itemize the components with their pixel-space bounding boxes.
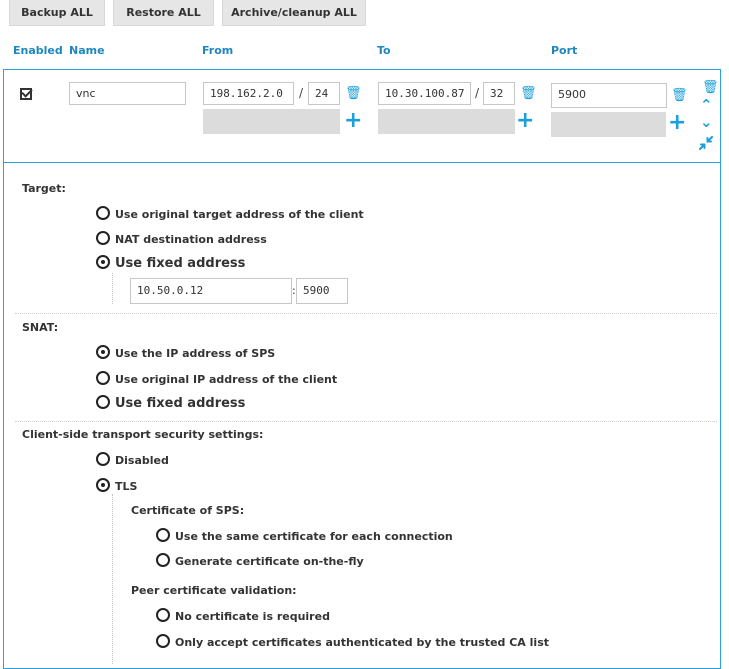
client-tls-option-tls[interactable]: TLS	[96, 478, 137, 493]
trash-icon[interactable]: 🗑	[345, 87, 362, 100]
backup-all-button[interactable]: Backup ALL	[9, 0, 105, 26]
archive-cleanup-all-button[interactable]: Archive/cleanup ALL	[222, 0, 366, 26]
indent-guide	[112, 494, 113, 664]
radio-icon	[96, 452, 110, 466]
peer-option-none-label: No certificate is required	[175, 610, 330, 623]
client-tls-option-tls-label: TLS	[115, 480, 138, 493]
target-option-fixed-label: Use fixed address	[115, 256, 246, 271]
to-new-address-input[interactable]	[378, 109, 515, 134]
plus-icon[interactable]: +	[516, 110, 534, 132]
radio-icon	[96, 395, 110, 409]
collapse-icon-svg	[699, 136, 713, 150]
radio-icon	[156, 528, 170, 542]
indent-guide	[112, 273, 113, 304]
section-divider	[15, 313, 717, 314]
from-address-input[interactable]: 198.162.2.0	[203, 82, 294, 105]
radio-icon	[156, 553, 170, 567]
certificate-option-same[interactable]: Use the same certificate for each connec…	[156, 528, 453, 543]
connection-row: vnc 198.162.2.0 / 24 🗑 + 10.30.100.87 / …	[4, 70, 720, 163]
peer-option-none[interactable]: No certificate is required	[156, 608, 330, 623]
snat-option-sps[interactable]: Use the IP address of SPS	[96, 345, 275, 360]
target-option-fixed[interactable]: Use fixed address	[96, 255, 245, 271]
trash-icon[interactable]: 🗑	[702, 81, 719, 94]
target-option-nat[interactable]: NAT destination address	[96, 231, 267, 246]
certificate-option-on-the-fly[interactable]: Generate certificate on-the-fly	[156, 553, 364, 568]
client-tls-option-disabled[interactable]: Disabled	[96, 452, 169, 467]
column-header-name: Name	[69, 44, 105, 57]
from-slash: /	[299, 86, 304, 100]
certificate-option-on-the-fly-label: Generate certificate on-the-fly	[175, 555, 364, 568]
trash-icon[interactable]: 🗑	[671, 89, 688, 102]
certificate-option-same-label: Use the same certificate for each connec…	[175, 530, 453, 543]
target-fixed-port-input[interactable]: 5900	[296, 278, 348, 304]
target-option-nat-label: NAT destination address	[115, 233, 267, 246]
certificate-label: Certificate of SPS:	[131, 504, 245, 517]
client-tls-label: Client-side transport security settings:	[22, 428, 264, 441]
column-header-enabled: Enabled	[13, 44, 63, 57]
port-input[interactable]: 5900	[551, 83, 667, 108]
restore-all-button[interactable]: Restore ALL	[113, 0, 214, 26]
to-address-input[interactable]: 10.30.100.87	[378, 82, 471, 105]
column-header-from: From	[202, 44, 234, 57]
target-option-original[interactable]: Use original target address of the clien…	[96, 206, 364, 221]
name-input[interactable]: vnc	[69, 82, 186, 105]
radio-icon	[96, 206, 110, 220]
radio-icon	[156, 634, 170, 648]
from-new-address-input[interactable]	[203, 109, 340, 134]
target-fixed-address-input[interactable]: 10.50.0.12	[130, 278, 292, 304]
enabled-checkbox[interactable]	[20, 88, 32, 100]
from-prefix-input[interactable]: 24	[308, 82, 340, 105]
trash-icon[interactable]: 🗑	[520, 87, 537, 100]
connection-rule-panel: vnc 198.162.2.0 / 24 🗑 + 10.30.100.87 / …	[3, 69, 721, 669]
snat-option-original-label: Use original IP address of the client	[115, 373, 338, 386]
radio-selected-icon	[96, 345, 110, 359]
plus-icon[interactable]: +	[668, 112, 686, 134]
column-header-port: Port	[551, 44, 578, 57]
plus-icon[interactable]: +	[344, 110, 362, 132]
radio-icon	[156, 608, 170, 622]
to-prefix-input[interactable]: 32	[483, 82, 515, 105]
radio-selected-icon	[96, 478, 110, 492]
peer-option-trusted-ca[interactable]: Only accept certificates authenticated b…	[156, 634, 549, 649]
snat-option-sps-label: Use the IP address of SPS	[115, 347, 276, 360]
snat-option-fixed-label: Use fixed address	[115, 396, 246, 411]
chevron-down-icon[interactable]: ⌄	[700, 115, 713, 130]
toolbar: Backup ALL Restore ALL Archive/cleanup A…	[0, 0, 729, 28]
column-header-to: To	[377, 44, 391, 57]
chevron-up-icon[interactable]: ⌃	[700, 98, 713, 113]
port-new-input[interactable]	[551, 112, 666, 137]
radio-icon	[96, 371, 110, 385]
snat-label: SNAT:	[22, 321, 59, 334]
client-tls-option-disabled-label: Disabled	[115, 454, 169, 467]
peer-option-trusted-ca-label: Only accept certificates authenticated b…	[175, 636, 549, 649]
snat-option-original[interactable]: Use original IP address of the client	[96, 371, 337, 386]
collapse-icon[interactable]	[699, 136, 713, 153]
target-option-original-label: Use original target address of the clien…	[115, 208, 364, 221]
to-slash: /	[475, 86, 480, 100]
section-divider	[15, 421, 717, 422]
peer-validation-label: Peer certificate validation:	[131, 584, 297, 597]
target-label: Target:	[22, 182, 66, 195]
snat-option-fixed[interactable]: Use fixed address	[96, 395, 245, 411]
radio-selected-icon	[96, 255, 110, 269]
radio-icon	[96, 231, 110, 245]
